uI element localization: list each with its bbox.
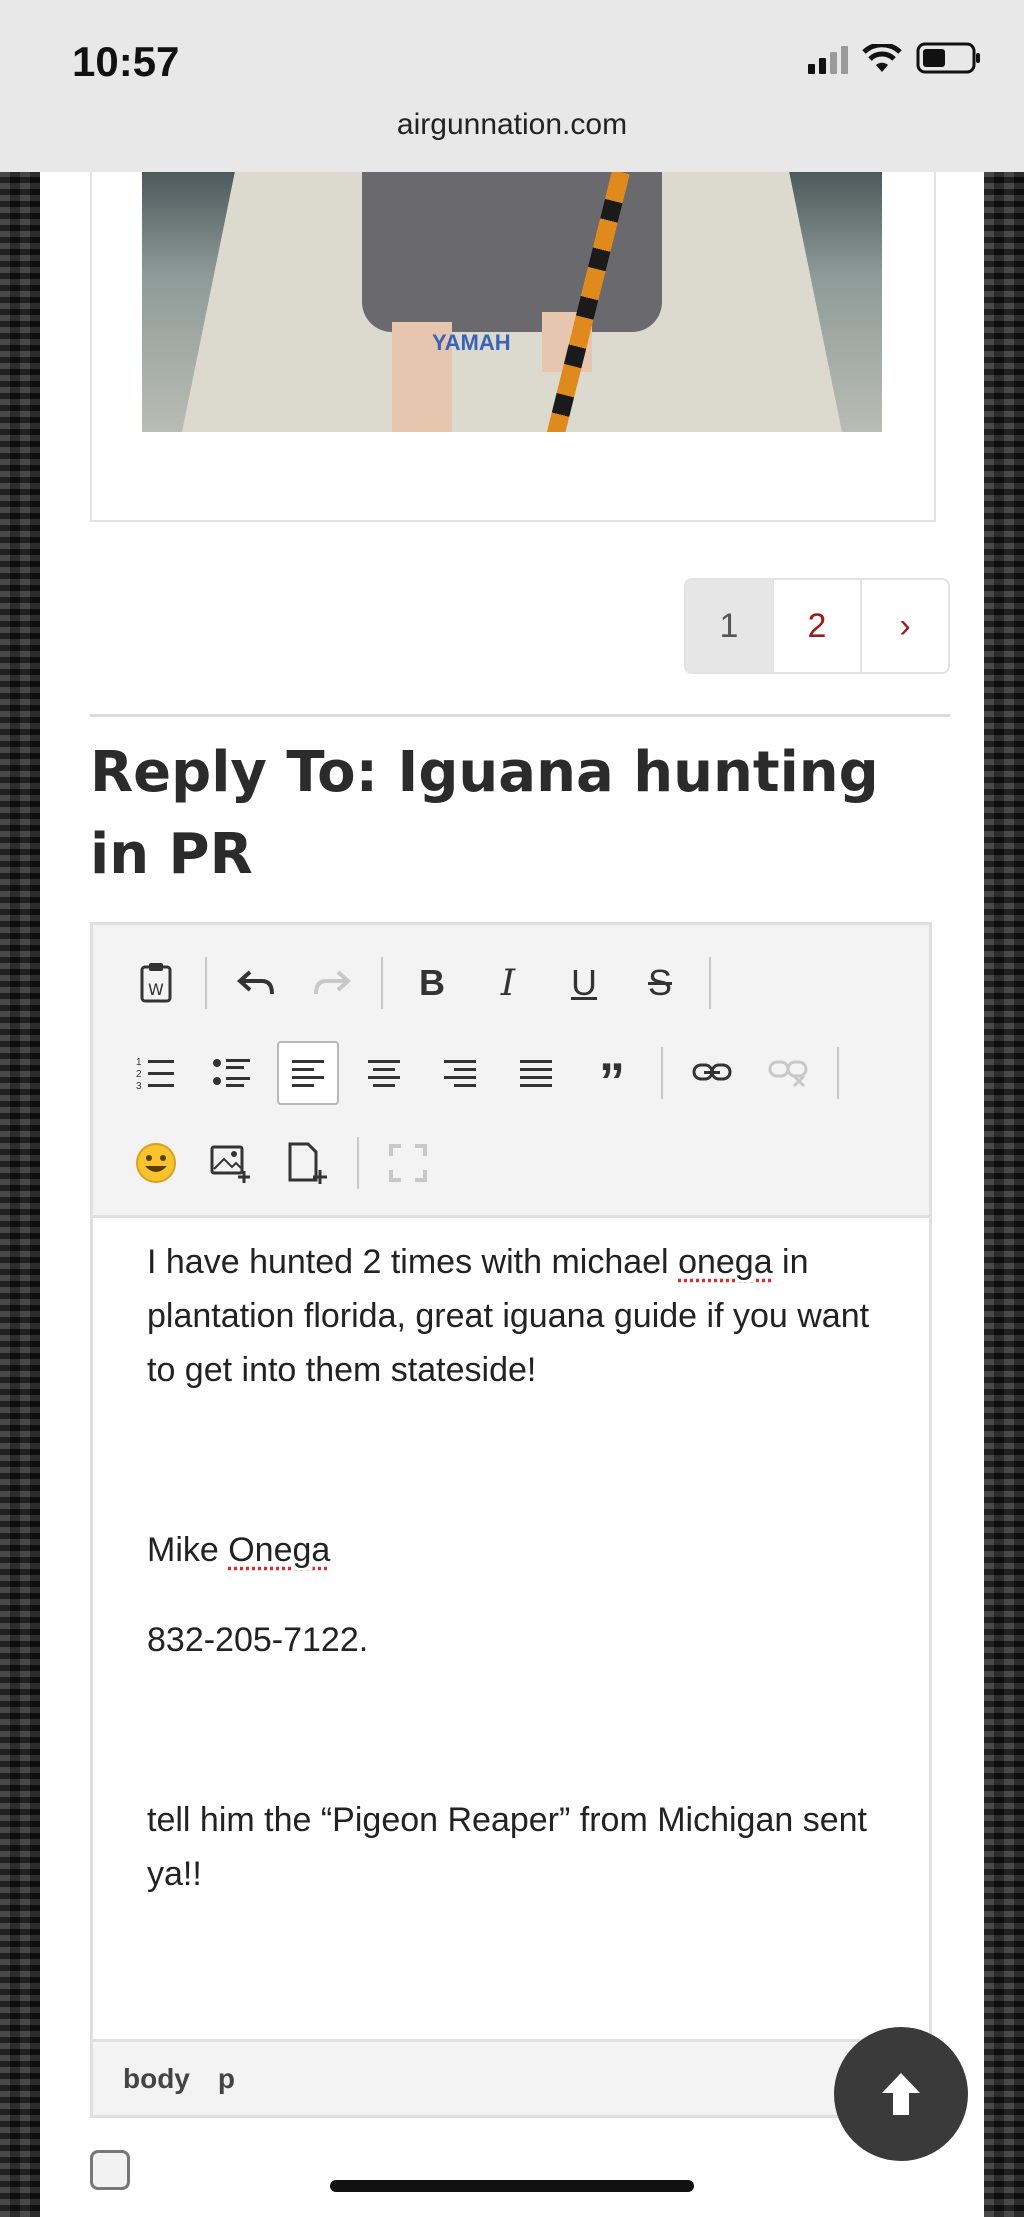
paragraph-4: tell him the “Pigeon Reaper” from Michig… <box>147 1801 867 1893</box>
svg-text:2: 2 <box>136 1069 142 1080</box>
bullet-list-icon[interactable] <box>201 1041 263 1105</box>
blockquote-icon[interactable]: ” <box>581 1041 643 1111</box>
toolbar-row-2: 123 ” <box>125 1041 857 1111</box>
address-bar-url[interactable]: airgunnation.com <box>0 108 1024 142</box>
insert-image-icon[interactable] <box>201 1131 263 1195</box>
status-bar: 10:57 airgunnation.com <box>0 0 1024 173</box>
path-body[interactable]: body <box>123 2063 190 2095</box>
home-indicator[interactable] <box>330 2180 694 2192</box>
background-pattern-right <box>984 172 1024 2217</box>
clock: 10:57 <box>72 38 180 85</box>
toolbar-row-3 <box>125 1131 453 1195</box>
insert-file-icon[interactable] <box>277 1131 339 1195</box>
scroll-to-top-button[interactable] <box>834 2027 968 2161</box>
spellcheck-word: onega <box>678 1243 773 1281</box>
unlink-icon[interactable] <box>757 1041 819 1105</box>
underline-icon[interactable]: U <box>553 951 615 1015</box>
subscribe-checkbox[interactable] <box>90 2150 130 2190</box>
redo-icon[interactable] <box>301 951 363 1015</box>
svg-text:1: 1 <box>136 1057 142 1068</box>
editor-content[interactable]: I have hunted 2 times with michael onega… <box>147 1235 887 1901</box>
page-2-link[interactable]: 2 <box>772 580 860 672</box>
page-1-link[interactable]: 1 <box>686 580 772 672</box>
align-left-icon[interactable] <box>277 1041 339 1105</box>
post-image-card: YAMAH <box>90 172 936 522</box>
next-page-link[interactable]: › <box>860 580 948 672</box>
numbered-list-icon[interactable]: 123 <box>125 1041 187 1105</box>
align-right-icon[interactable] <box>429 1041 491 1105</box>
cellular-signal-icon <box>808 44 848 74</box>
wifi-icon <box>862 44 902 72</box>
reply-title: Reply To: Iguana hunting in PR <box>90 740 879 887</box>
strikethrough-icon[interactable]: S <box>629 951 691 1015</box>
reply-editor: W B I U S 123 ” I have hunted 2 times wi… <box>90 922 932 2118</box>
svg-text:W: W <box>148 980 164 999</box>
system-icons <box>808 42 982 74</box>
paragraph-2: Mike Onega <box>147 1531 331 1569</box>
editor-toolbar: W B I U S 123 ” <box>93 925 929 1218</box>
link-icon[interactable] <box>681 1041 743 1105</box>
spellcheck-word: Onega <box>228 1531 331 1569</box>
bold-icon[interactable]: B <box>401 951 463 1015</box>
background-pattern-left <box>0 172 40 2217</box>
yamaha-logo: YAMAH <box>432 330 511 355</box>
element-path-bar: body p <box>93 2039 929 2115</box>
battery-icon <box>916 42 980 74</box>
paste-word-icon[interactable]: W <box>125 951 187 1015</box>
path-p[interactable]: p <box>218 2063 235 2095</box>
justify-icon[interactable] <box>505 1041 567 1105</box>
undo-icon[interactable] <box>225 951 287 1015</box>
pagination: 1 2 › <box>684 578 950 674</box>
paragraph-1: I have hunted 2 times with michael onega… <box>147 1243 870 1389</box>
page-content: YAMAH 1 2 › Reply To: Iguana hunting in … <box>40 172 984 2217</box>
emoji-icon[interactable] <box>125 1131 187 1195</box>
post-photo[interactable]: YAMAH <box>142 172 882 432</box>
divider <box>90 714 950 717</box>
toolbar-row-1: W B I U S <box>125 951 729 1015</box>
fullscreen-icon[interactable] <box>377 1131 439 1195</box>
arrow-up-icon <box>882 2073 920 2115</box>
align-center-icon[interactable] <box>353 1041 415 1105</box>
italic-icon[interactable]: I <box>477 951 539 1015</box>
svg-text:3: 3 <box>136 1081 142 1091</box>
paragraph-3: 832-205-7122. <box>147 1621 369 1659</box>
